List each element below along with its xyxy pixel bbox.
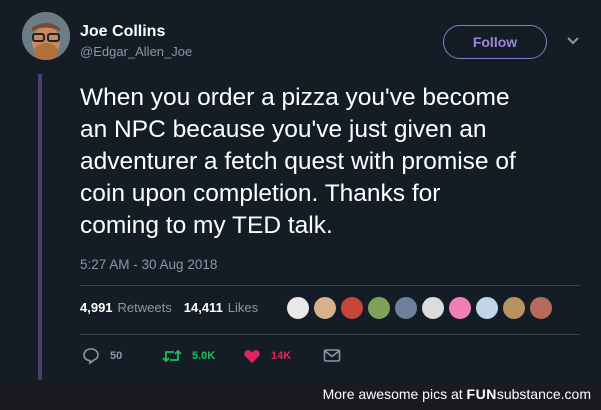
liker-avatar[interactable] — [394, 296, 418, 320]
author-block: Joe Collins @Edgar_Allen_Joe — [80, 22, 192, 61]
likes-count[interactable]: 14,411 — [184, 300, 223, 315]
tweet-text: When you order a pizza you've become an … — [80, 84, 516, 239]
retweet-count: 5.0K — [192, 350, 216, 362]
author-handle[interactable]: @Edgar_Allen_Joe — [80, 43, 192, 61]
liker-avatar[interactable] — [313, 296, 337, 320]
liker-avatar[interactable] — [286, 296, 310, 320]
message-icon[interactable] — [323, 348, 341, 364]
retweets-count[interactable]: 4,991 — [80, 300, 113, 315]
liker-avatar[interactable] — [421, 296, 445, 320]
avatar[interactable] — [22, 12, 70, 60]
watermark-footer: More awesome pics at FUNsubstance.com — [0, 380, 601, 410]
liker-avatar[interactable] — [502, 296, 526, 320]
watermark-prefix: More awesome pics at — [322, 386, 467, 402]
liker-avatar[interactable] — [475, 296, 499, 320]
divider — [80, 334, 580, 335]
thread-rail — [38, 74, 42, 390]
author-display-name[interactable]: Joe Collins — [80, 22, 192, 41]
follow-button[interactable]: Follow — [443, 25, 547, 59]
likes-label[interactable]: Likes — [228, 300, 258, 315]
retweet-action[interactable]: 5.0K — [162, 346, 215, 366]
reply-count: 50 — [110, 350, 123, 362]
like-action[interactable]: 14K — [243, 346, 291, 366]
liker-avatar[interactable] — [448, 296, 472, 320]
reply-icon[interactable] — [82, 347, 100, 365]
direct-message-action[interactable] — [323, 346, 341, 366]
liker-avatar[interactable] — [529, 296, 553, 320]
reply-action[interactable]: 50 — [82, 346, 122, 366]
watermark-brand-substance: substance — [496, 386, 561, 402]
heart-icon[interactable] — [243, 347, 261, 365]
watermark-brand-tld: .com — [560, 386, 591, 402]
watermark-brand-fun: FUN — [466, 386, 497, 402]
liker-avatar[interactable] — [340, 296, 364, 320]
like-count: 14K — [271, 350, 292, 362]
engagement-stats: 4,991 Retweets 14,411 Likes — [80, 300, 258, 315]
divider — [80, 285, 580, 286]
chevron-down-icon[interactable] — [566, 36, 580, 46]
tweet-timestamp[interactable]: 5:27 AM - 30 Aug 2018 — [80, 257, 217, 272]
liker-avatar[interactable] — [367, 296, 391, 320]
retweet-icon[interactable] — [162, 347, 182, 365]
retweets-label[interactable]: Retweets — [118, 300, 172, 315]
watermark-text: More awesome pics at FUNsubstance.com — [323, 386, 591, 402]
